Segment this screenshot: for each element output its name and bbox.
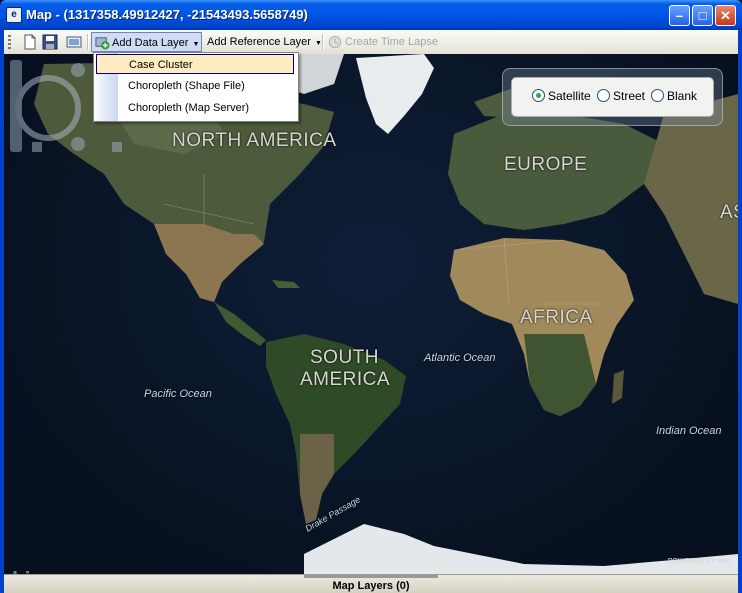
map-style-panel: Satellite Street Blank	[502, 68, 723, 126]
maximize-icon: □	[698, 8, 707, 23]
clock-icon	[328, 35, 342, 49]
radio-checked-icon[interactable]	[532, 89, 545, 102]
label-asia: AS	[720, 202, 738, 223]
app-icon: e	[6, 7, 22, 23]
radio-icon[interactable]	[597, 89, 610, 102]
esri-attribution: POWERED BY esri	[667, 558, 730, 565]
chevron-down-icon: ▼	[314, 40, 322, 47]
create-time-lapse-label: Create Time Lapse	[345, 36, 438, 48]
minimize-icon: –	[675, 8, 684, 23]
style-option-street[interactable]: Street	[597, 89, 645, 103]
menu-item-case-cluster[interactable]: Case Cluster	[96, 54, 294, 74]
add-layer-icon	[95, 37, 110, 50]
style-option-satellite[interactable]: Satellite	[532, 89, 591, 103]
label-south-america-line1: SOUTH	[310, 347, 379, 368]
add-reference-layer-label: Add Reference Layer	[207, 36, 311, 48]
menu-item-choropleth-shape-file[interactable]: Choropleth (Shape File)	[96, 76, 294, 96]
add-data-layer-menu: Case Cluster Choropleth (Shape File) Cho…	[93, 52, 299, 122]
style-option-label: Satellite	[548, 89, 591, 103]
toolbar-separator	[87, 34, 89, 50]
label-africa: AFRICA	[520, 307, 593, 328]
maximize-button[interactable]: □	[692, 5, 713, 26]
add-data-layer-label: Add Data Layer	[112, 37, 189, 49]
style-option-blank[interactable]: Blank	[651, 89, 697, 103]
minimize-button[interactable]: –	[669, 5, 690, 26]
rotate-ring[interactable]	[15, 75, 81, 141]
label-pacific-ocean: Pacific Ocean	[144, 388, 212, 400]
save-icon[interactable]	[42, 34, 58, 50]
label-north-america: NORTH AMERICA	[172, 130, 337, 151]
zoom-in-icon[interactable]	[112, 142, 122, 152]
toolbar-grip[interactable]	[8, 35, 11, 49]
title-bar[interactable]: e Map - (1317358.49912427, -21543493.565…	[0, 0, 742, 30]
add-data-layer-button[interactable]: Add Data Layer ▼	[91, 32, 202, 52]
pan-up-icon[interactable]	[71, 63, 85, 77]
chevron-down-icon: ▼	[192, 41, 200, 48]
toolbar-separator	[322, 34, 324, 50]
label-south-america-line2: AMERICA	[300, 369, 391, 390]
window-frame-right	[738, 30, 742, 593]
map-window: e Map - (1317358.49912427, -21543493.565…	[0, 0, 742, 593]
window-title: Map - (1317358.49912427, -21543493.56587…	[26, 7, 308, 22]
style-option-label: Blank	[667, 89, 698, 103]
radio-icon[interactable]	[651, 89, 664, 102]
new-document-icon[interactable]	[22, 34, 38, 50]
window-frame-left	[0, 30, 4, 593]
menu-item-choropleth-map-server[interactable]: Choropleth (Map Server)	[96, 98, 294, 118]
map-style-inner: Satellite Street Blank	[511, 77, 714, 117]
pan-down-icon[interactable]	[71, 137, 85, 151]
close-button[interactable]: ✕	[715, 5, 736, 26]
add-reference-layer-button[interactable]: Add Reference Layer ▼	[203, 32, 326, 52]
label-atlantic-ocean: Atlantic Ocean	[424, 352, 496, 364]
map-layers-count: Map Layers (0)	[332, 580, 410, 592]
zoom-out-icon[interactable]	[32, 142, 42, 152]
map-layers-bar[interactable]: Map Layers (0)	[4, 574, 738, 593]
create-time-lapse-button[interactable]: Create Time Lapse	[326, 32, 442, 52]
style-option-label: Street	[613, 89, 646, 103]
map-view[interactable]: NORTH AMERICA SOUTH AMERICA EUROPE AFRIC…	[4, 54, 738, 574]
image-export-icon[interactable]	[66, 34, 82, 50]
splitter-handle[interactable]	[304, 575, 438, 578]
label-europe: EUROPE	[504, 154, 588, 175]
close-icon: ✕	[720, 8, 731, 23]
label-indian-ocean: Indian Ocean	[656, 425, 722, 437]
